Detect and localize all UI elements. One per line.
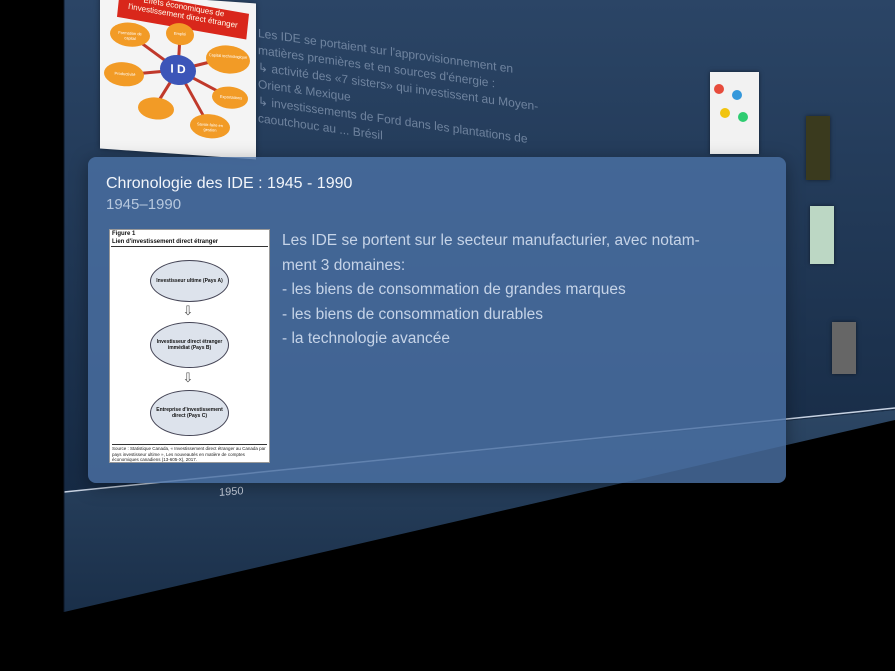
background-thumbnail-right[interactable]: [810, 206, 834, 264]
description-bullet: - la technologie avancée: [282, 330, 451, 347]
description-bullet: - les biens de consommation durables: [282, 305, 544, 323]
description-line: ment 3 domaines:: [282, 256, 406, 274]
description-bullet: - les biens de consommation de grandes m…: [282, 281, 626, 298]
description-line: Les IDE se portent sur le secteur manufa…: [282, 232, 700, 249]
background-thumbnail-right[interactable]: [806, 116, 830, 180]
event-figure-image[interactable]: Figure 1 Lien d'investissement direct ét…: [109, 229, 270, 463]
figure-caption: Lien d'investissement direct étranger: [112, 239, 219, 245]
down-arrow-icon: ⇩: [182, 303, 194, 318]
figure-node-ultimate-investor: Investisseur ultime (Pays A): [150, 260, 229, 302]
background-thumbnail-right[interactable]: [710, 72, 759, 154]
event-date-range: 1945–1990: [106, 196, 182, 213]
background-diagram-thumbnail[interactable]: Effets économiques de l'investissement d…: [100, 0, 256, 160]
event-title: Chronologie des IDE : 1945 - 1990: [106, 175, 353, 192]
figure-source: Source : Statistique Canada, « Investiss…: [112, 444, 267, 462]
background-thumbnail-right[interactable]: [832, 322, 856, 374]
event-detail-card[interactable]: Chronologie des IDE : 1945 - 1990 1945–1…: [88, 157, 786, 483]
figure-divider: [111, 246, 268, 247]
figure-node-direct-investment-enterprise: Entreprise d'investissement direct (Pays…: [150, 390, 229, 436]
timeline-year-label: 1950: [219, 485, 244, 499]
diagram-thumb-center: I D: [170, 61, 186, 77]
event-description: Les IDE se portent sur le secteur manufa…: [282, 229, 762, 352]
figure-node-immediate-investor: Investisseur direct étranger immédiat (P…: [150, 322, 229, 368]
figure-label: Figure 1: [112, 231, 136, 237]
down-arrow-icon: ⇩: [182, 370, 194, 385]
